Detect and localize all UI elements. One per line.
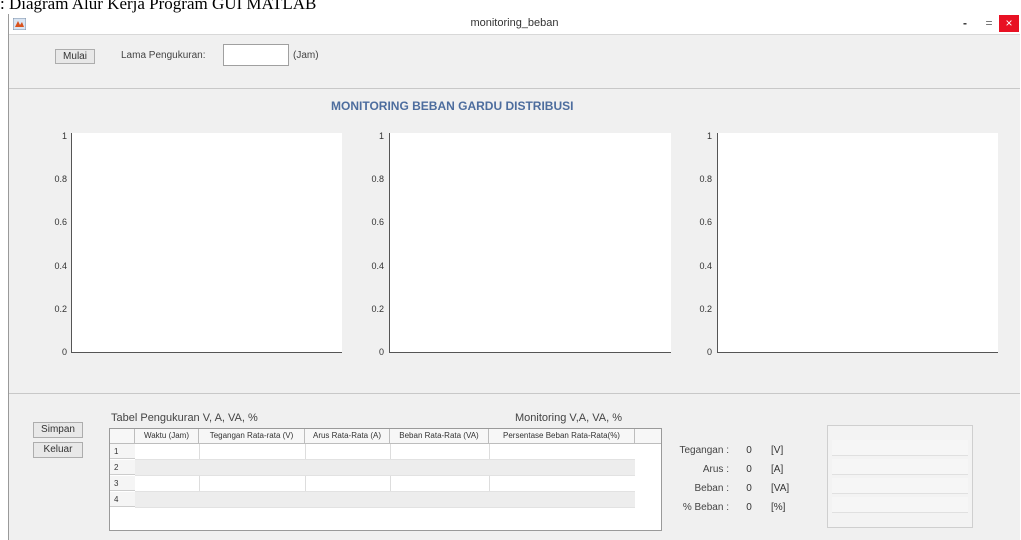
exit-button[interactable]: Keluar xyxy=(33,442,83,458)
axes-3-ytick: 0.4 xyxy=(699,261,712,271)
table-row[interactable] xyxy=(135,476,635,492)
axes-1-ytick: 0.8 xyxy=(54,174,67,184)
axes-1 xyxy=(71,133,342,353)
axes-3-ytick: 0.8 xyxy=(699,174,712,184)
duration-unit-label: (Jam) xyxy=(293,50,319,61)
axes-2-ytick: 0.4 xyxy=(371,261,384,271)
axes-2-ytick: 0.6 xyxy=(371,217,384,227)
axes-3-ytick: 0.6 xyxy=(699,217,712,227)
status-field xyxy=(832,459,968,475)
voltage-unit: [V] xyxy=(771,445,784,456)
table-column-header[interactable]: Arus Rata-Rata (A) xyxy=(305,429,390,443)
axes-3-ytick: 0.2 xyxy=(699,304,712,314)
status-field xyxy=(832,497,968,513)
app-window: monitoring_beban - = × Mulai Lama Penguk… xyxy=(8,14,1020,540)
axes-2 xyxy=(389,133,671,353)
load-percent-unit: [%] xyxy=(771,502,786,513)
load-label: Beban : xyxy=(694,483,729,494)
load-percent-value: 0 xyxy=(746,502,752,513)
duration-input[interactable] xyxy=(223,44,289,66)
voltage-value: 0 xyxy=(746,445,752,456)
axes-3-ytick: 0 xyxy=(706,347,712,357)
close-button[interactable]: × xyxy=(999,15,1019,32)
axes-1-ytick: 1 xyxy=(61,131,67,141)
panel-bottom-divider xyxy=(9,393,1020,394)
maximize-button[interactable]: = xyxy=(979,15,999,32)
table-row-number: 2 xyxy=(110,460,135,475)
axes-2-ytick: 0.2 xyxy=(371,304,384,314)
title-bar: monitoring_beban - = × xyxy=(9,14,1020,35)
current-label: Arus : xyxy=(702,464,729,475)
axes-2-ytick: 0.8 xyxy=(371,174,384,184)
save-button[interactable]: Simpan xyxy=(33,422,83,438)
axes-1-ytick: 0.2 xyxy=(54,304,67,314)
load-unit: [VA] xyxy=(771,483,790,494)
start-button[interactable]: Mulai xyxy=(55,49,95,64)
axes-3 xyxy=(717,133,998,353)
table-column-header[interactable]: Waktu (Jam) xyxy=(135,429,199,443)
minimize-button[interactable]: - xyxy=(955,15,975,32)
axes-1-ytick: 0.4 xyxy=(54,261,67,271)
table-header-row: Waktu (Jam) Tegangan Rata-rata (V) Arus … xyxy=(110,429,661,444)
table-row[interactable] xyxy=(135,444,635,460)
panel-top-divider xyxy=(9,88,1020,89)
table-column-header[interactable]: Beban Rata-Rata (VA) xyxy=(390,429,489,443)
table-row-number: 3 xyxy=(110,476,135,491)
current-value: 0 xyxy=(746,464,752,475)
status-field xyxy=(832,440,968,456)
axes-2-ytick: 0 xyxy=(378,347,384,357)
table-row-number: 1 xyxy=(110,444,135,459)
load-value: 0 xyxy=(746,483,752,494)
axes-1-ytick: 0 xyxy=(61,347,67,357)
table-corner xyxy=(110,429,135,443)
status-field xyxy=(832,478,968,494)
axes-3-ytick: 1 xyxy=(706,131,712,141)
panel-title: MONITORING BEBAN GARDU DISTRIBUSI xyxy=(331,99,574,113)
table-row-number: 4 xyxy=(110,492,135,507)
duration-label: Lama Pengukuran: xyxy=(121,50,206,61)
table-column-header[interactable]: Tegangan Rata-rata (V) xyxy=(199,429,305,443)
current-unit: [A] xyxy=(771,464,784,475)
document-caption: : Diagram Alur Kerja Program GUI MATLAB xyxy=(0,0,317,13)
axes-1-ytick: 0.6 xyxy=(54,217,67,227)
status-panel xyxy=(827,425,973,528)
monitor-title: Monitoring V,A, VA, % xyxy=(515,412,622,424)
table-column-header[interactable]: Persentase Beban Rata-Rata(%) xyxy=(489,429,635,443)
table-row[interactable] xyxy=(135,460,635,476)
table-title: Tabel Pengukuran V, A, VA, % xyxy=(111,412,258,424)
load-percent-label: % Beban : xyxy=(682,502,729,513)
table-row[interactable] xyxy=(135,492,635,508)
voltage-label: Tegangan : xyxy=(679,445,730,456)
window-title: monitoring_beban xyxy=(470,17,559,29)
measurement-table: Waktu (Jam) Tegangan Rata-rata (V) Arus … xyxy=(109,428,662,531)
axes-2-ytick: 1 xyxy=(378,131,384,141)
